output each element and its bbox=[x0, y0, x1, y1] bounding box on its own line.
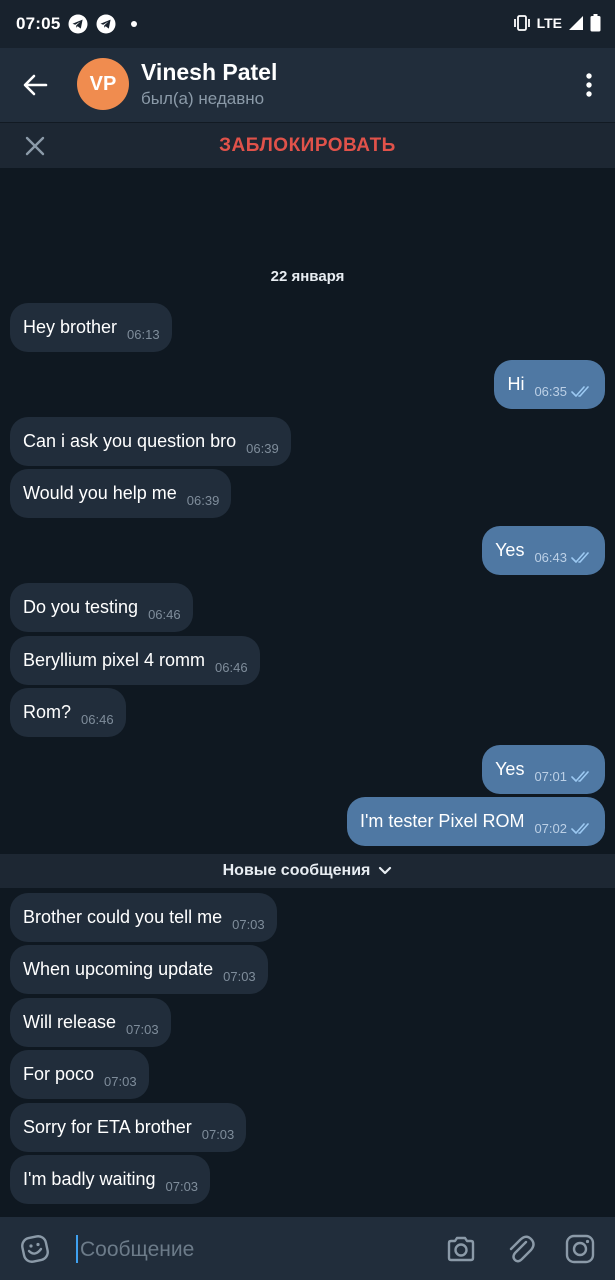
message-incoming[interactable]: Do you testing 06:46 bbox=[10, 583, 193, 632]
double-check-icon bbox=[571, 770, 589, 782]
vibrate-icon bbox=[513, 15, 530, 31]
message-incoming[interactable]: For poco 07:03 bbox=[10, 1050, 149, 1099]
chat-area[interactable]: 22 января Hey brother 06:13 Hi 06:35 Can… bbox=[0, 168, 615, 1217]
message-time: 06:39 bbox=[186, 493, 220, 508]
message-text: When upcoming update bbox=[23, 959, 214, 979]
chevron-down-icon bbox=[379, 866, 392, 875]
message-input[interactable] bbox=[78, 1234, 422, 1266]
notification-dot-icon bbox=[131, 21, 137, 27]
battery-icon bbox=[590, 14, 601, 32]
chat-header: VP Vinesh Patel был(а) недавно bbox=[0, 48, 615, 122]
message-incoming[interactable]: Rom? 06:46 bbox=[10, 688, 126, 737]
message-text: Will release bbox=[23, 1012, 117, 1032]
message-time: 06:46 bbox=[81, 712, 114, 727]
message-incoming[interactable]: Brother could you tell me 07:03 bbox=[10, 893, 277, 942]
message-time: 07:01 bbox=[534, 769, 567, 784]
network-type: LTE bbox=[536, 15, 562, 31]
message-text: Would you help me bbox=[23, 483, 177, 503]
message-text: For poco bbox=[23, 1064, 95, 1084]
new-messages-label: Новые сообщения bbox=[222, 862, 371, 879]
status-bar: 07:05 LTE bbox=[0, 0, 615, 48]
message-text: I'm badly waiting bbox=[23, 1169, 156, 1189]
message-text: Yes bbox=[495, 759, 525, 779]
message-text: Brother could you tell me bbox=[23, 907, 223, 927]
message-time: 07:03 bbox=[223, 969, 256, 984]
message-text: Rom? bbox=[23, 702, 72, 722]
message-text: Hey brother bbox=[23, 317, 118, 337]
message-incoming[interactable]: Would you help me 06:39 bbox=[10, 469, 232, 518]
back-arrow-icon[interactable] bbox=[22, 72, 48, 98]
message-time: 06:35 bbox=[534, 384, 567, 399]
new-messages-divider[interactable]: Новые сообщения bbox=[0, 854, 615, 888]
status-time: 07:05 bbox=[16, 14, 61, 33]
message-text: Do you testing bbox=[23, 597, 139, 617]
date-separator: 22 января bbox=[270, 268, 345, 285]
message-outgoing[interactable]: Yes 07:01 bbox=[482, 745, 605, 794]
status-right: LTE bbox=[513, 14, 601, 32]
message-incoming[interactable]: Can i ask you question bro 06:39 bbox=[10, 417, 291, 466]
message-text: Beryllium pixel 4 romm bbox=[23, 650, 206, 670]
message-time: 07:03 bbox=[232, 917, 265, 932]
message-incoming[interactable]: Beryllium pixel 4 romm 06:46 bbox=[10, 636, 260, 685]
message-text: Yes bbox=[495, 540, 525, 560]
message-outgoing[interactable]: Hi 06:35 bbox=[494, 360, 605, 409]
message-time: 06:46 bbox=[215, 660, 248, 675]
telegram-icon bbox=[96, 14, 116, 34]
message-time: 06:46 bbox=[148, 607, 181, 622]
message-time: 07:03 bbox=[165, 1179, 199, 1194]
contact-status: был(а) недавно bbox=[141, 89, 265, 108]
message-time: 06:43 bbox=[534, 550, 567, 565]
message-incoming[interactable]: When upcoming update 07:03 bbox=[10, 945, 268, 994]
contact-name[interactable]: Vinesh Patel bbox=[141, 59, 277, 86]
avatar[interactable]: VP bbox=[77, 58, 129, 110]
block-button[interactable]: ЗАБЛОКИРОВАТЬ bbox=[0, 135, 615, 157]
attach-paperclip-icon[interactable] bbox=[506, 1233, 538, 1265]
message-text: Can i ask you question bro bbox=[23, 431, 237, 451]
message-text: I'm tester Pixel ROM bbox=[359, 811, 525, 831]
message-time: 06:13 bbox=[127, 327, 160, 342]
message-text: Hi bbox=[507, 374, 525, 394]
signal-icon bbox=[569, 16, 583, 30]
message-text: Sorry for ETA brother bbox=[23, 1117, 192, 1137]
message-outgoing[interactable]: Yes 06:43 bbox=[482, 526, 605, 575]
message-time: 07:03 bbox=[104, 1074, 137, 1089]
more-menu-icon[interactable] bbox=[585, 72, 593, 98]
message-time: 07:03 bbox=[201, 1127, 235, 1142]
block-action-bar: ЗАБЛОКИРОВАТЬ bbox=[0, 122, 615, 169]
double-check-icon bbox=[571, 822, 589, 834]
camera-icon[interactable] bbox=[445, 1233, 477, 1265]
telegram-icon bbox=[68, 14, 88, 34]
message-time: 07:03 bbox=[126, 1022, 159, 1037]
double-check-icon bbox=[571, 551, 589, 563]
message-time: 07:02 bbox=[534, 821, 567, 836]
message-incoming[interactable]: Sorry for ETA brother 07:03 bbox=[10, 1103, 247, 1152]
message-input-bar bbox=[0, 1217, 615, 1280]
sticker-emoji-icon[interactable] bbox=[20, 1234, 50, 1264]
instant-camera-icon[interactable] bbox=[564, 1233, 596, 1265]
message-outgoing[interactable]: I'm tester Pixel ROM 07:02 bbox=[346, 797, 605, 846]
message-incoming[interactable]: Hey brother 06:13 bbox=[10, 303, 172, 352]
message-time: 06:39 bbox=[246, 441, 279, 456]
double-check-icon bbox=[571, 385, 589, 397]
message-incoming[interactable]: Will release 07:03 bbox=[10, 998, 171, 1047]
message-incoming[interactable]: I'm badly waiting 07:03 bbox=[10, 1155, 211, 1204]
